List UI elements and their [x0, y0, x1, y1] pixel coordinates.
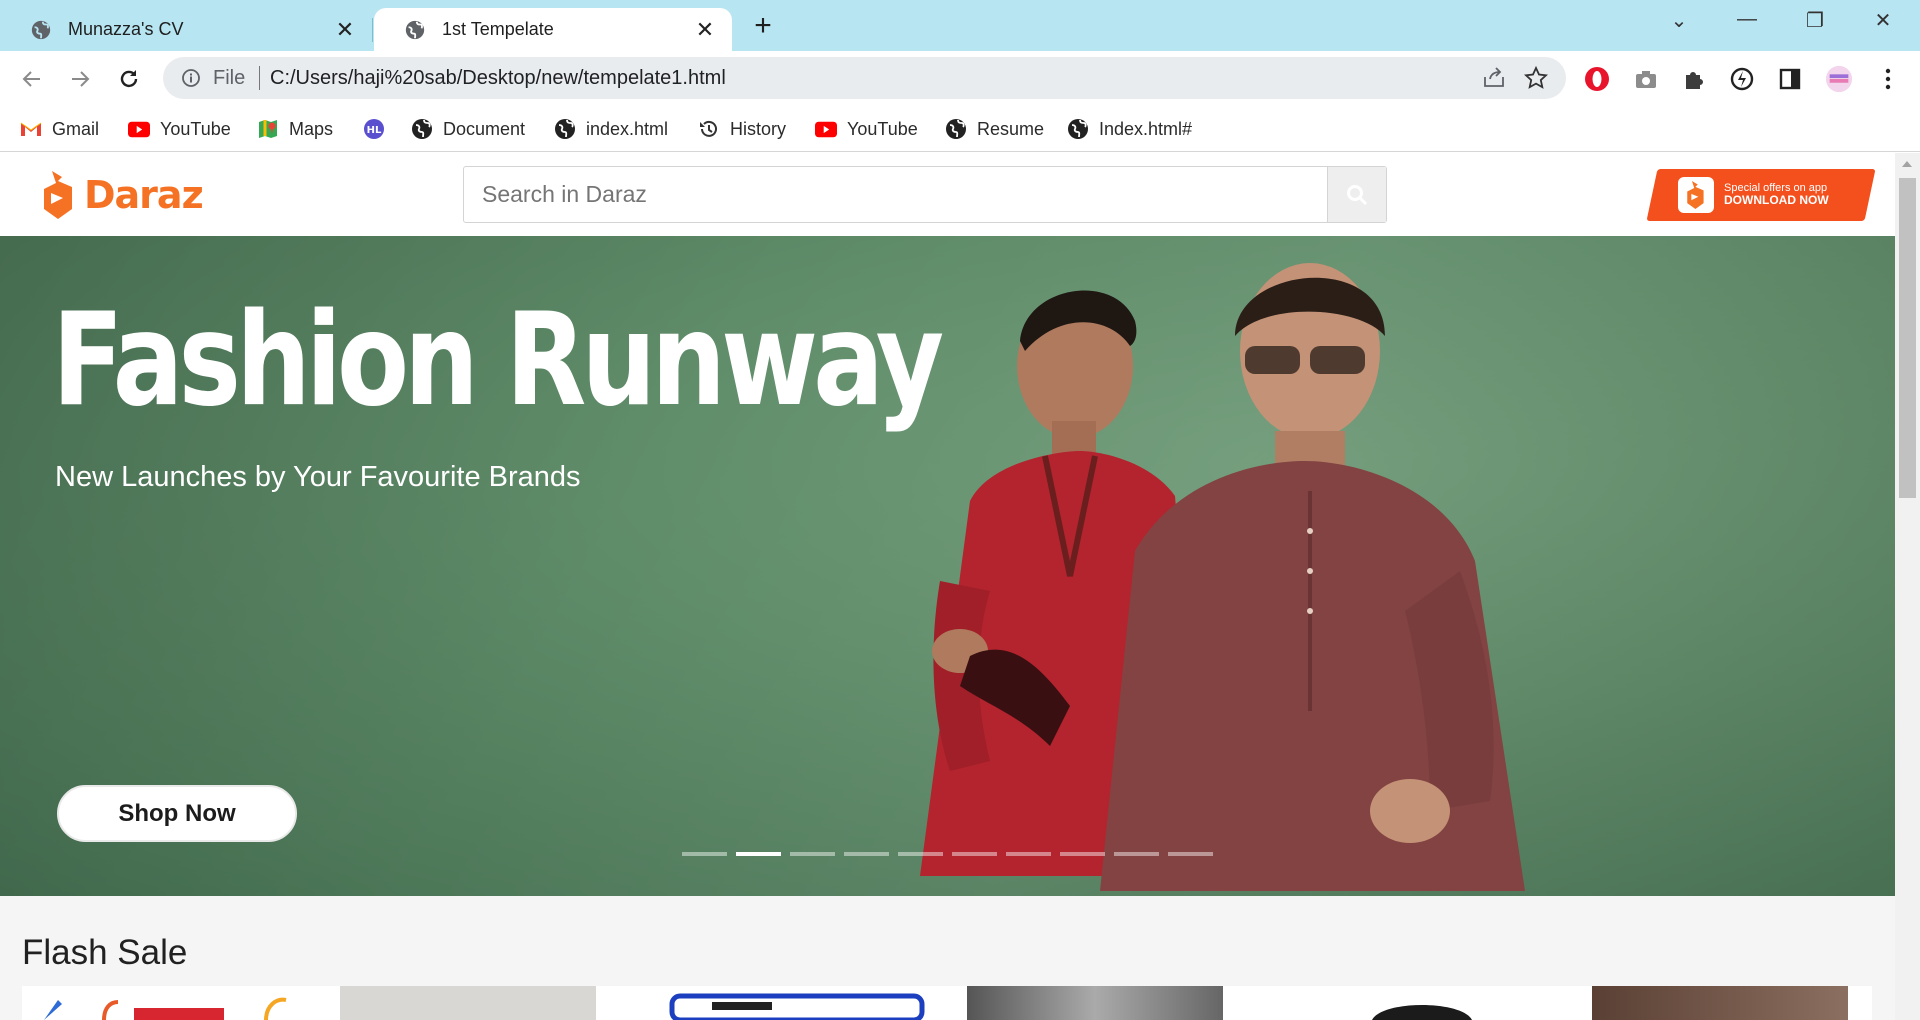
url-scheme: File [213, 67, 246, 89]
bookmarks-bar: Gmail YouTube Maps HL Document index.htm… [0, 106, 1920, 152]
carousel-dot[interactable] [952, 852, 997, 856]
carousel-dot[interactable] [1114, 852, 1159, 856]
profile-avatar[interactable] [1825, 65, 1853, 93]
menu-kebab-icon[interactable] [1874, 65, 1902, 93]
carousel-dot[interactable] [1060, 852, 1105, 856]
tab-title: Munazza's CV [68, 19, 184, 39]
bookmark-gmail[interactable]: Gmail [20, 114, 99, 144]
reload-icon [120, 70, 138, 88]
product-thumbnail[interactable] [1362, 996, 1482, 1020]
product-thumbnail[interactable] [967, 986, 1223, 1020]
logo-text: Daraz [84, 173, 204, 217]
flash-sale-strip [22, 986, 1872, 1020]
forward-button[interactable] [64, 63, 96, 95]
bookmark-youtube-2[interactable]: YouTube [815, 114, 918, 144]
hero-models-image [920, 263, 1525, 891]
product-thumbnail[interactable] [1592, 986, 1848, 1020]
bookmark-hl[interactable]: HL [363, 114, 395, 144]
globe-icon [411, 118, 433, 140]
close-icon[interactable]: ✕ [332, 18, 358, 41]
scrollbar-thumb[interactable] [1899, 178, 1916, 498]
bookmark-resume[interactable]: Resume [945, 114, 1044, 144]
bookmark-youtube[interactable]: YouTube [128, 114, 231, 144]
carousel-dot[interactable] [898, 852, 943, 856]
tab-search-chevron-icon[interactable]: ⌄ [1654, 8, 1704, 36]
app-download-badge[interactable]: Special offers on app DOWNLOAD NOW [1664, 169, 1864, 221]
minimize-button[interactable]: — [1722, 8, 1772, 36]
carousel-dot[interactable] [844, 852, 889, 856]
app-badge-line2: DOWNLOAD NOW [1724, 193, 1829, 208]
daraz-bag-icon [44, 171, 72, 219]
page-scrollbar[interactable] [1895, 153, 1920, 1020]
youtube-icon [128, 118, 150, 140]
svg-text:HL: HL [367, 125, 382, 136]
tab-strip: Munazza's CV ✕ 1st Tempelate ✕ + ⌄ — ❐ ✕ [0, 0, 1920, 51]
hl-icon: HL [363, 118, 385, 140]
globe-icon [945, 118, 967, 140]
back-arrow-icon [22, 71, 40, 87]
reload-button[interactable] [113, 63, 145, 95]
product-thumbnail[interactable] [652, 986, 942, 1020]
bookmark-history[interactable]: History [698, 114, 786, 144]
back-button[interactable] [16, 63, 48, 95]
globe-icon [1067, 118, 1089, 140]
carousel-indicators [682, 852, 1213, 856]
new-tab-button[interactable]: + [748, 11, 778, 42]
search-button[interactable] [1327, 167, 1386, 222]
shop-now-button[interactable]: Shop Now [57, 785, 297, 842]
tab-munazzas-cv[interactable]: Munazza's CV ✕ [0, 8, 373, 51]
opera-extension-icon[interactable] [1583, 65, 1611, 93]
hero-banner[interactable]: Fashion Runway New Launches by Your Favo… [0, 236, 1895, 896]
web-page: Daraz Special offers on app DOWNLOAD NOW [0, 153, 1895, 1020]
product-thumbnail[interactable] [34, 992, 334, 1020]
product-thumbnail[interactable] [340, 986, 596, 1020]
globe-icon [405, 20, 425, 39]
youtube-icon [815, 118, 837, 140]
camera-icon[interactable] [1632, 65, 1660, 93]
info-icon[interactable] [181, 68, 201, 88]
address-bar[interactable]: File C:/Users/haji%20sab/Desktop/new/tem… [163, 57, 1566, 99]
puzzle-extensions-icon[interactable] [1680, 65, 1708, 93]
scroll-up-icon[interactable] [1902, 161, 1912, 167]
side-panel-icon[interactable] [1776, 65, 1804, 93]
search-input[interactable] [464, 167, 1326, 222]
hero-title: Fashion Runway [52, 286, 944, 435]
bookmark-index-html[interactable]: index.html [554, 114, 668, 144]
bookmark-maps[interactable]: Maps [257, 114, 333, 144]
globe-icon [31, 20, 51, 39]
bookmark-index-html-hash[interactable]: Index.html# [1067, 114, 1192, 144]
carousel-dot[interactable] [682, 852, 727, 856]
carousel-dot[interactable] [790, 852, 835, 856]
star-icon[interactable] [1524, 66, 1548, 90]
performance-icon[interactable] [1728, 65, 1756, 93]
maps-icon [257, 118, 279, 140]
carousel-dot[interactable] [1168, 852, 1213, 856]
history-icon [698, 118, 720, 140]
gmail-icon [20, 118, 42, 140]
daraz-logo[interactable]: Daraz [42, 171, 204, 219]
tab-title: 1st Tempelate [442, 19, 554, 39]
carousel-dot[interactable] [1006, 852, 1051, 856]
search-bar [463, 166, 1387, 223]
tab-1st-tempelate[interactable]: 1st Tempelate ✕ [374, 8, 732, 51]
carousel-dot-active[interactable] [736, 852, 781, 856]
site-header: Daraz Special offers on app DOWNLOAD NOW [0, 153, 1895, 236]
restore-button[interactable]: ❐ [1790, 8, 1840, 36]
search-icon [1347, 184, 1368, 205]
forward-arrow-icon [72, 71, 90, 87]
daraz-app-icon [1678, 177, 1714, 213]
globe-icon [554, 118, 576, 140]
browser-toolbar: File C:/Users/haji%20sab/Desktop/new/tem… [0, 51, 1920, 106]
share-icon[interactable] [1482, 67, 1506, 89]
flash-sale-title: Flash Sale [22, 933, 188, 972]
hero-subtitle: New Launches by Your Favourite Brands [55, 461, 581, 493]
close-window-button[interactable]: ✕ [1858, 8, 1908, 36]
bookmark-document[interactable]: Document [411, 114, 525, 144]
close-icon[interactable]: ✕ [692, 18, 718, 41]
url-text[interactable]: C:/Users/haji%20sab/Desktop/new/tempelat… [270, 67, 726, 90]
